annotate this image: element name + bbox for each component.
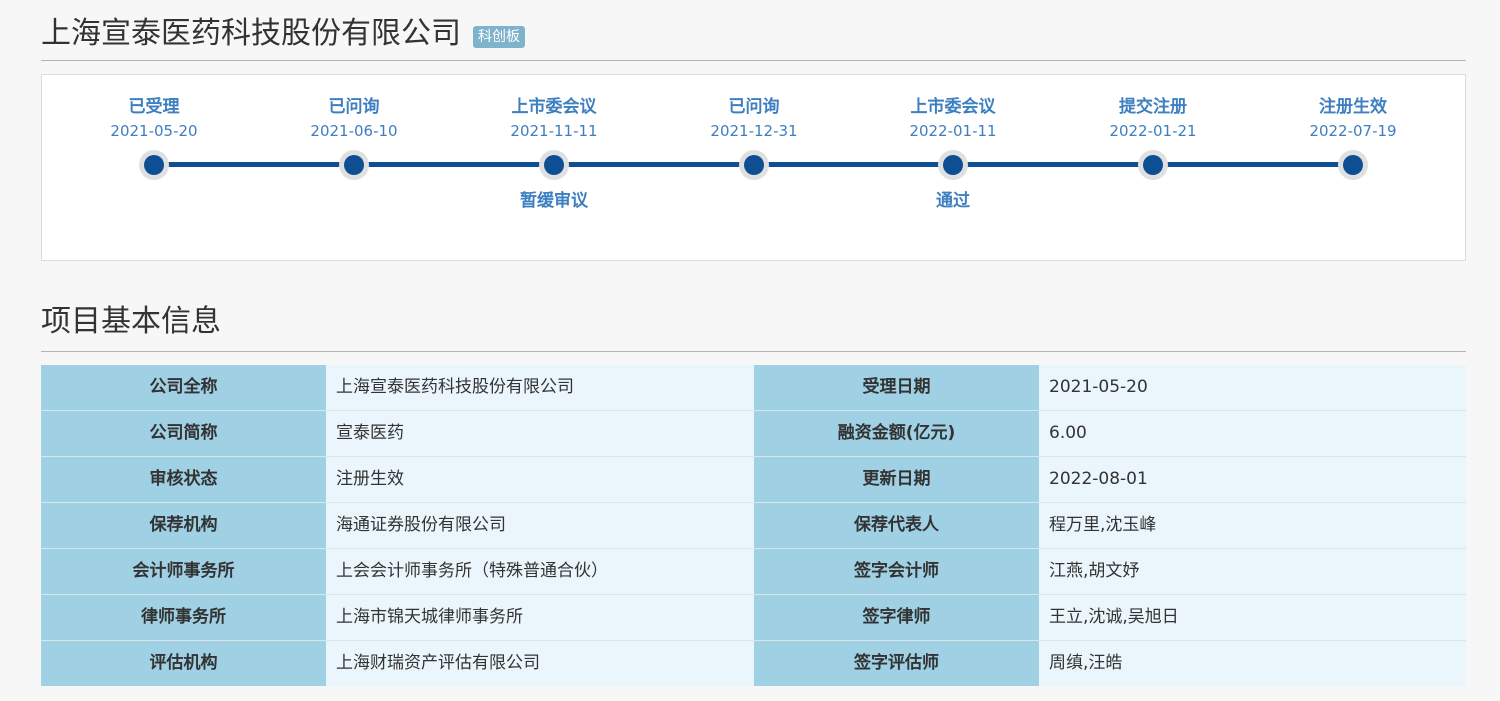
field-value: 6.00 [1039,410,1466,457]
table-row: 公司简称 宣泰医药 融资金额(亿元) 6.00 [41,410,1466,457]
step-dot [938,150,968,180]
step-dot [1338,150,1368,180]
table-row: 评估机构 上海财瑞资产评估有限公司 签字评估师 周缜,汪皓 [41,640,1466,686]
step-dot [1138,150,1168,180]
step-date: 2022-07-19 [1309,122,1397,140]
table-row: 审核状态 注册生效 更新日期 2022-08-01 [41,456,1466,503]
step-date: 2022-01-21 [1109,122,1197,140]
field-value: 上海财瑞资产评估有限公司 [326,640,754,686]
table-row: 公司全称 上海宣泰医药科技股份有限公司 受理日期 2021-05-20 [41,365,1466,411]
field-label: 签字会计师 [754,548,1039,595]
review-timeline: 已受理 2021-05-20 已问询 2021-06-10 上市委会议 2021… [41,74,1466,261]
field-label: 律师事务所 [41,594,326,641]
step-date: 2021-05-20 [110,122,198,140]
field-label: 保荐机构 [41,502,326,549]
step-date: 2021-12-31 [710,122,798,140]
step-label: 注册生效 [1319,97,1387,117]
step-date: 2021-11-11 [510,122,598,140]
field-label: 公司简称 [41,410,326,457]
company-name: 上海宣泰医药科技股份有限公司 [41,16,461,51]
field-label: 保荐代表人 [754,502,1039,549]
page: 上海宣泰医药科技股份有限公司 科创板 已受理 2021-05-20 已问询 20… [0,0,1500,701]
field-value: 2021-05-20 [1039,365,1466,411]
table-row: 会计师事务所 上会会计师事务所（特殊普通合伙） 签字会计师 江燕,胡文妤 [41,548,1466,595]
step-dot [539,150,569,180]
company-header: 上海宣泰医药科技股份有限公司 科创板 [41,12,525,56]
field-label: 评估机构 [41,640,326,686]
field-label: 公司全称 [41,365,326,411]
field-label: 更新日期 [754,456,1039,503]
step-date: 2022-01-11 [909,122,997,140]
step-result: 暂缓审议 [520,191,588,211]
header-divider [41,60,1466,61]
step-dot [739,150,769,180]
table-row: 律师事务所 上海市锦天城律师事务所 签字律师 王立,沈诚,吴旭日 [41,594,1466,641]
field-label: 签字律师 [754,594,1039,641]
step-label: 已问询 [328,97,380,117]
field-value: 2022-08-01 [1039,456,1466,503]
field-value: 江燕,胡文妤 [1039,548,1466,595]
field-value: 周缜,汪皓 [1039,640,1466,686]
step-label: 上市委会议 [511,97,597,117]
step-label: 已受理 [128,97,180,117]
field-label: 签字评估师 [754,640,1039,686]
field-label: 受理日期 [754,365,1039,411]
field-value: 程万里,沈玉峰 [1039,502,1466,549]
field-value: 海通证券股份有限公司 [326,502,754,549]
step-dot [339,150,369,180]
board-badge[interactable]: 科创板 [473,26,525,48]
section-divider [41,351,1466,352]
field-value: 上会会计师事务所（特殊普通合伙） [326,548,754,595]
field-label: 审核状态 [41,456,326,503]
field-value: 上海宣泰医药科技股份有限公司 [326,365,754,411]
field-label: 融资金额(亿元) [754,410,1039,457]
section-title: 项目基本信息 [41,304,221,339]
step-date: 2021-06-10 [310,122,398,140]
field-value: 注册生效 [326,456,754,503]
project-info-table: 公司全称 上海宣泰医药科技股份有限公司 受理日期 2021-05-20 公司简称… [41,365,1466,686]
step-label: 上市委会议 [910,97,996,117]
field-label: 会计师事务所 [41,548,326,595]
step-label: 提交注册 [1119,97,1187,117]
field-value: 王立,沈诚,吴旭日 [1039,594,1466,641]
step-dot [139,150,169,180]
step-result: 通过 [936,191,970,211]
field-value: 上海市锦天城律师事务所 [326,594,754,641]
table-row: 保荐机构 海通证券股份有限公司 保荐代表人 程万里,沈玉峰 [41,502,1466,549]
field-value: 宣泰医药 [326,410,754,457]
step-label: 已问询 [728,97,780,117]
